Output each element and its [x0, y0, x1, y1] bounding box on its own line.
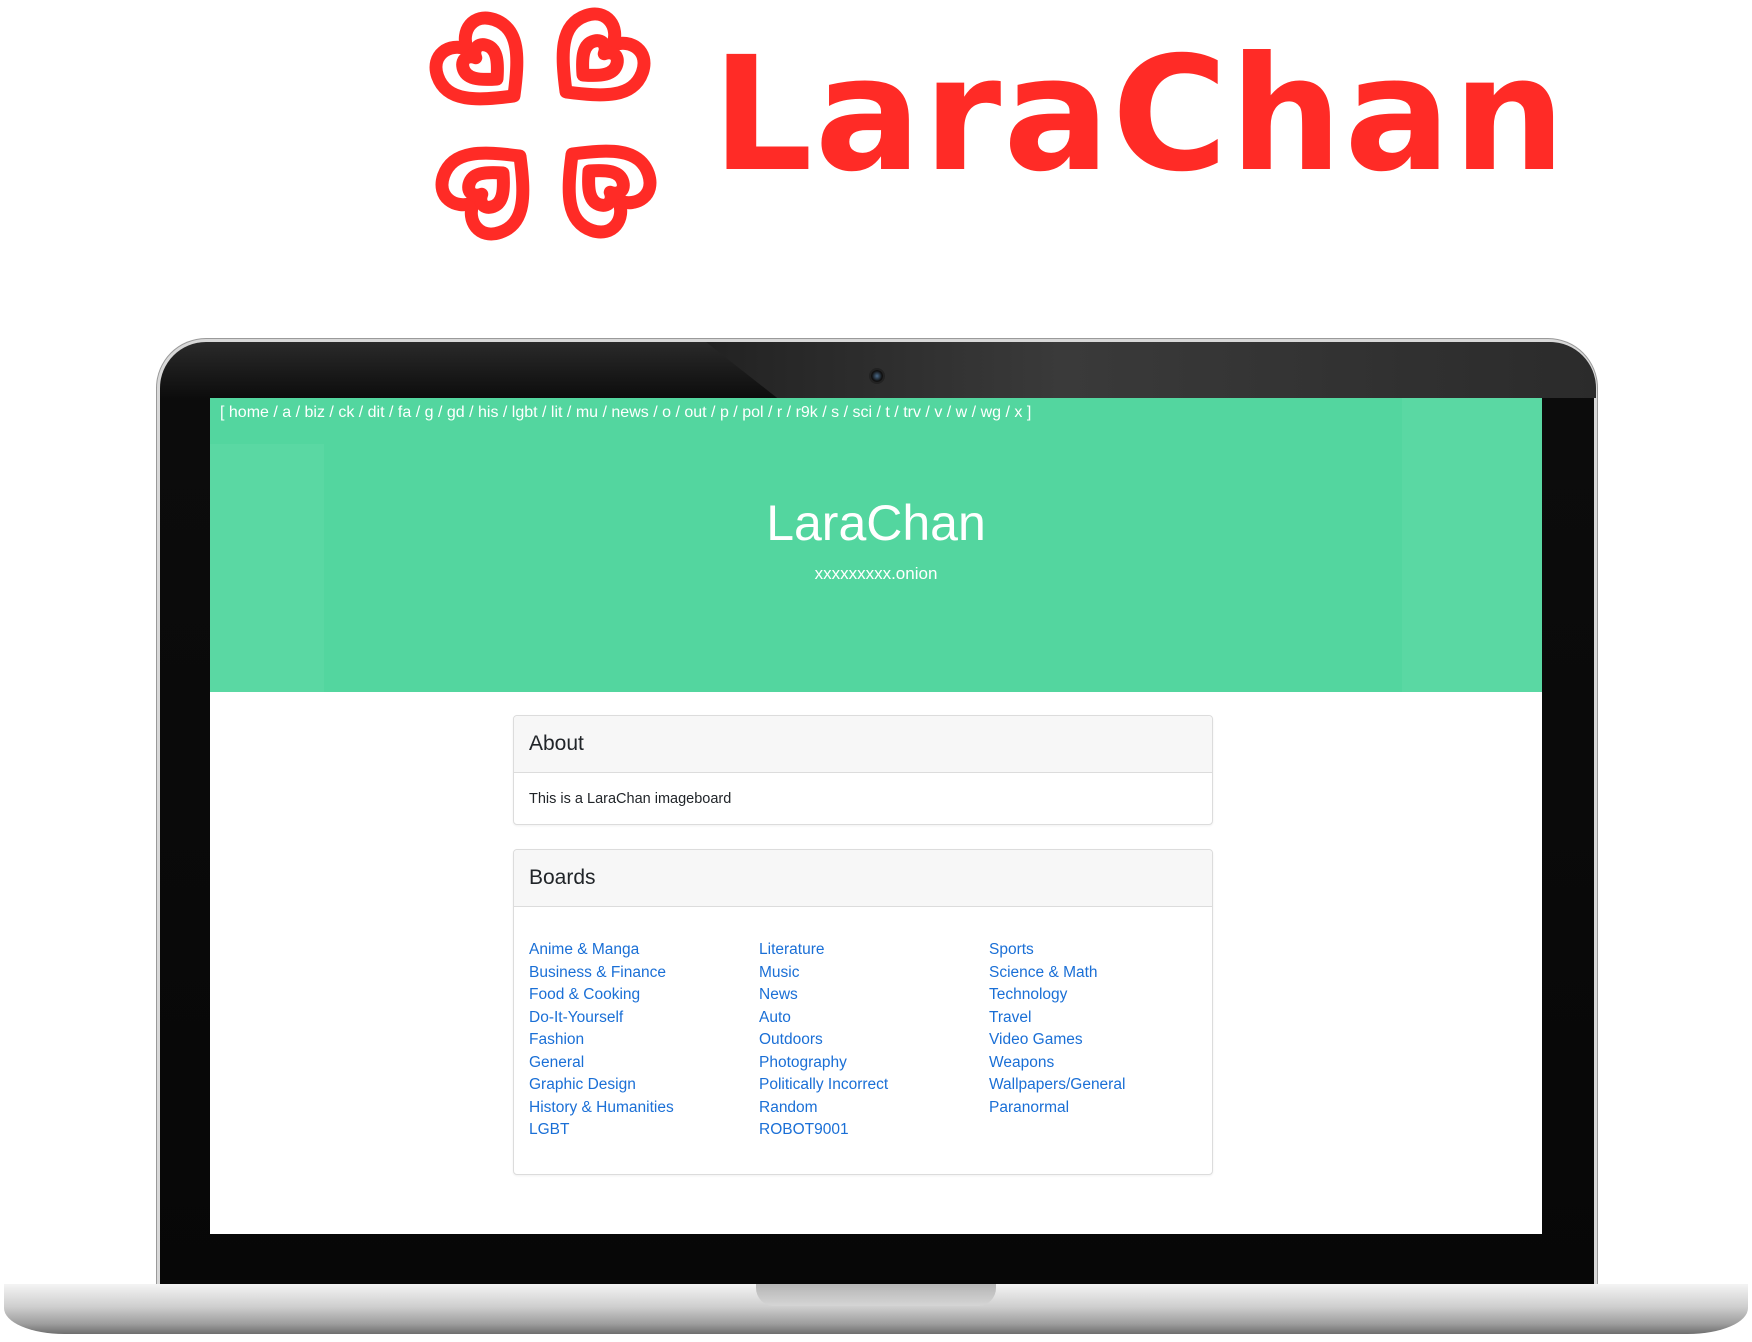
board-link-graphic-design[interactable]: Graphic Design [529, 1074, 674, 1097]
nav-separator: / [562, 404, 576, 421]
boards-list: Anime & Manga Business & Finance Food & Co… [514, 907, 1212, 1138]
nav-link-s[interactable]: s [831, 404, 839, 421]
nav-link-his[interactable]: his [478, 404, 498, 421]
nav-link-w[interactable]: w [956, 404, 968, 421]
nav-separator: / [433, 404, 447, 421]
about-card: About This is a LaraChan imageboard [513, 715, 1213, 825]
about-heading: About [514, 716, 1212, 773]
board-link-travel[interactable]: Travel [989, 1007, 1125, 1030]
nav-separator: / [728, 404, 743, 421]
nav-separator: / [671, 404, 685, 421]
board-link-food-cooking[interactable]: Food & Cooking [529, 984, 674, 1007]
board-link-auto[interactable]: Auto [759, 1007, 888, 1030]
brand-logo: LaraChan [0, 0, 1752, 260]
nav-link-wg[interactable]: wg [981, 404, 1001, 421]
hero-banner: [ home / a / biz / ck / dit / fa / g / g… [210, 398, 1542, 692]
bezel-glare [706, 342, 1596, 398]
nav-link-mu[interactable]: mu [576, 404, 598, 421]
board-link-music[interactable]: Music [759, 962, 888, 985]
nav-link-fa[interactable]: fa [398, 404, 411, 421]
board-link-photography[interactable]: Photography [759, 1052, 888, 1075]
nav-separator: / [537, 404, 551, 421]
nav-link-dit[interactable]: dit [368, 404, 385, 421]
board-link-outdoors[interactable]: Outdoors [759, 1029, 888, 1052]
about-text: This is a LaraChan imageboard [529, 791, 732, 807]
browser-viewport: [ home / a / biz / ck / dit / fa / g / g… [210, 398, 1542, 1234]
nav-separator: / [839, 404, 853, 421]
nav-link-ck[interactable]: ck [338, 404, 354, 421]
nav-separator: / [817, 404, 832, 421]
boards-column-1: Anime & Manga Business & Finance Food & Co… [529, 939, 674, 1142]
board-link-do-it-yourself[interactable]: Do-It-Yourself [529, 1007, 674, 1030]
board-link-technology[interactable]: Technology [989, 984, 1125, 1007]
nav-separator: / [967, 404, 981, 421]
nav-link-home[interactable]: home [229, 404, 269, 421]
nav-separator: / [354, 404, 368, 421]
nav-separator: / [872, 404, 886, 421]
nav-separator: / [291, 404, 305, 421]
board-link-news[interactable]: News [759, 984, 888, 1007]
nav-separator: / [324, 404, 339, 421]
brand-wordmark: LaraChan [712, 23, 1568, 207]
board-link-lgbt[interactable]: LGBT [529, 1119, 674, 1142]
nav-link-a[interactable]: a [282, 404, 291, 421]
nav-link-lit[interactable]: lit [551, 404, 563, 421]
nav-separator: / [942, 404, 956, 421]
boards-heading: Boards [514, 850, 1212, 907]
board-link-video-games[interactable]: Video Games [989, 1029, 1125, 1052]
board-nav-bar: [ home / a / biz / ck / dit / fa / g / g… [220, 404, 1031, 422]
nav-separator: / [384, 404, 398, 421]
board-link-business-finance[interactable]: Business & Finance [529, 962, 674, 985]
board-link-anime-manga[interactable]: Anime & Manga [529, 939, 674, 962]
board-link-random[interactable]: Random [759, 1097, 888, 1120]
board-link-general[interactable]: General [529, 1052, 674, 1075]
nav-separator: / [464, 404, 478, 421]
nav-link-trv[interactable]: trv [903, 404, 921, 421]
nav-separator: / [268, 404, 283, 421]
four-hearts-logo-icon [429, 7, 657, 241]
nav-link-out[interactable]: out [684, 404, 706, 421]
board-link-literature[interactable]: Literature [759, 939, 888, 962]
nav-link-g[interactable]: g [425, 404, 434, 421]
nav-link-p[interactable]: p [720, 404, 729, 421]
nav-separator: / [782, 404, 796, 421]
nav-separator: / [763, 404, 777, 421]
webcam-icon [871, 370, 883, 382]
board-link-fashion[interactable]: Fashion [529, 1029, 674, 1052]
board-link-politically-incorrect[interactable]: Politically Incorrect [759, 1074, 888, 1097]
site-title: LaraChan [766, 495, 986, 551]
nav-link-lgbt[interactable]: lgbt [512, 404, 538, 421]
board-link-paranormal[interactable]: Paranormal [989, 1097, 1125, 1120]
board-link-weapons[interactable]: Weapons [989, 1052, 1125, 1075]
nav-separator: / [889, 404, 904, 421]
nav-link-o[interactable]: o [662, 404, 671, 421]
nav-link-biz[interactable]: biz [305, 404, 325, 421]
nav-link-news[interactable]: news [611, 404, 648, 421]
board-link-robot9001[interactable]: ROBOT9001 [759, 1119, 888, 1142]
board-link-science-math[interactable]: Science & Math [989, 962, 1125, 985]
board-link-wallpapers-general[interactable]: Wallpapers/General [989, 1074, 1125, 1097]
nav-link-gd[interactable]: gd [447, 404, 465, 421]
nav-separator: / [648, 404, 663, 421]
nav-bracket-open: [ [220, 404, 229, 421]
nav-link-r9k[interactable]: r9k [796, 404, 818, 421]
boards-card: Boards Anime & Manga Business & Finance Fo… [513, 849, 1213, 1175]
nav-separator: / [411, 404, 425, 421]
nav-link-sci[interactable]: sci [853, 404, 873, 421]
boards-column-2: Literature Music News Auto Outdoors Photograp… [759, 939, 888, 1142]
nav-separator: / [1001, 404, 1015, 421]
board-link-history-humanities[interactable]: History & Humanities [529, 1097, 674, 1120]
nav-separator: / [920, 404, 935, 421]
site-subtitle: xxxxxxxxx.onion [814, 564, 938, 583]
nav-link-pol[interactable]: pol [742, 404, 763, 421]
boards-column-3: Sports Science & Math Technology Travel Vide… [989, 939, 1125, 1119]
nav-bracket-close: ] [1022, 404, 1032, 421]
nav-separator: / [706, 404, 720, 421]
nav-separator: / [498, 404, 512, 421]
laptop-opening-notch [756, 1284, 996, 1306]
board-link-sports[interactable]: Sports [989, 939, 1125, 962]
nav-separator: / [598, 404, 612, 421]
